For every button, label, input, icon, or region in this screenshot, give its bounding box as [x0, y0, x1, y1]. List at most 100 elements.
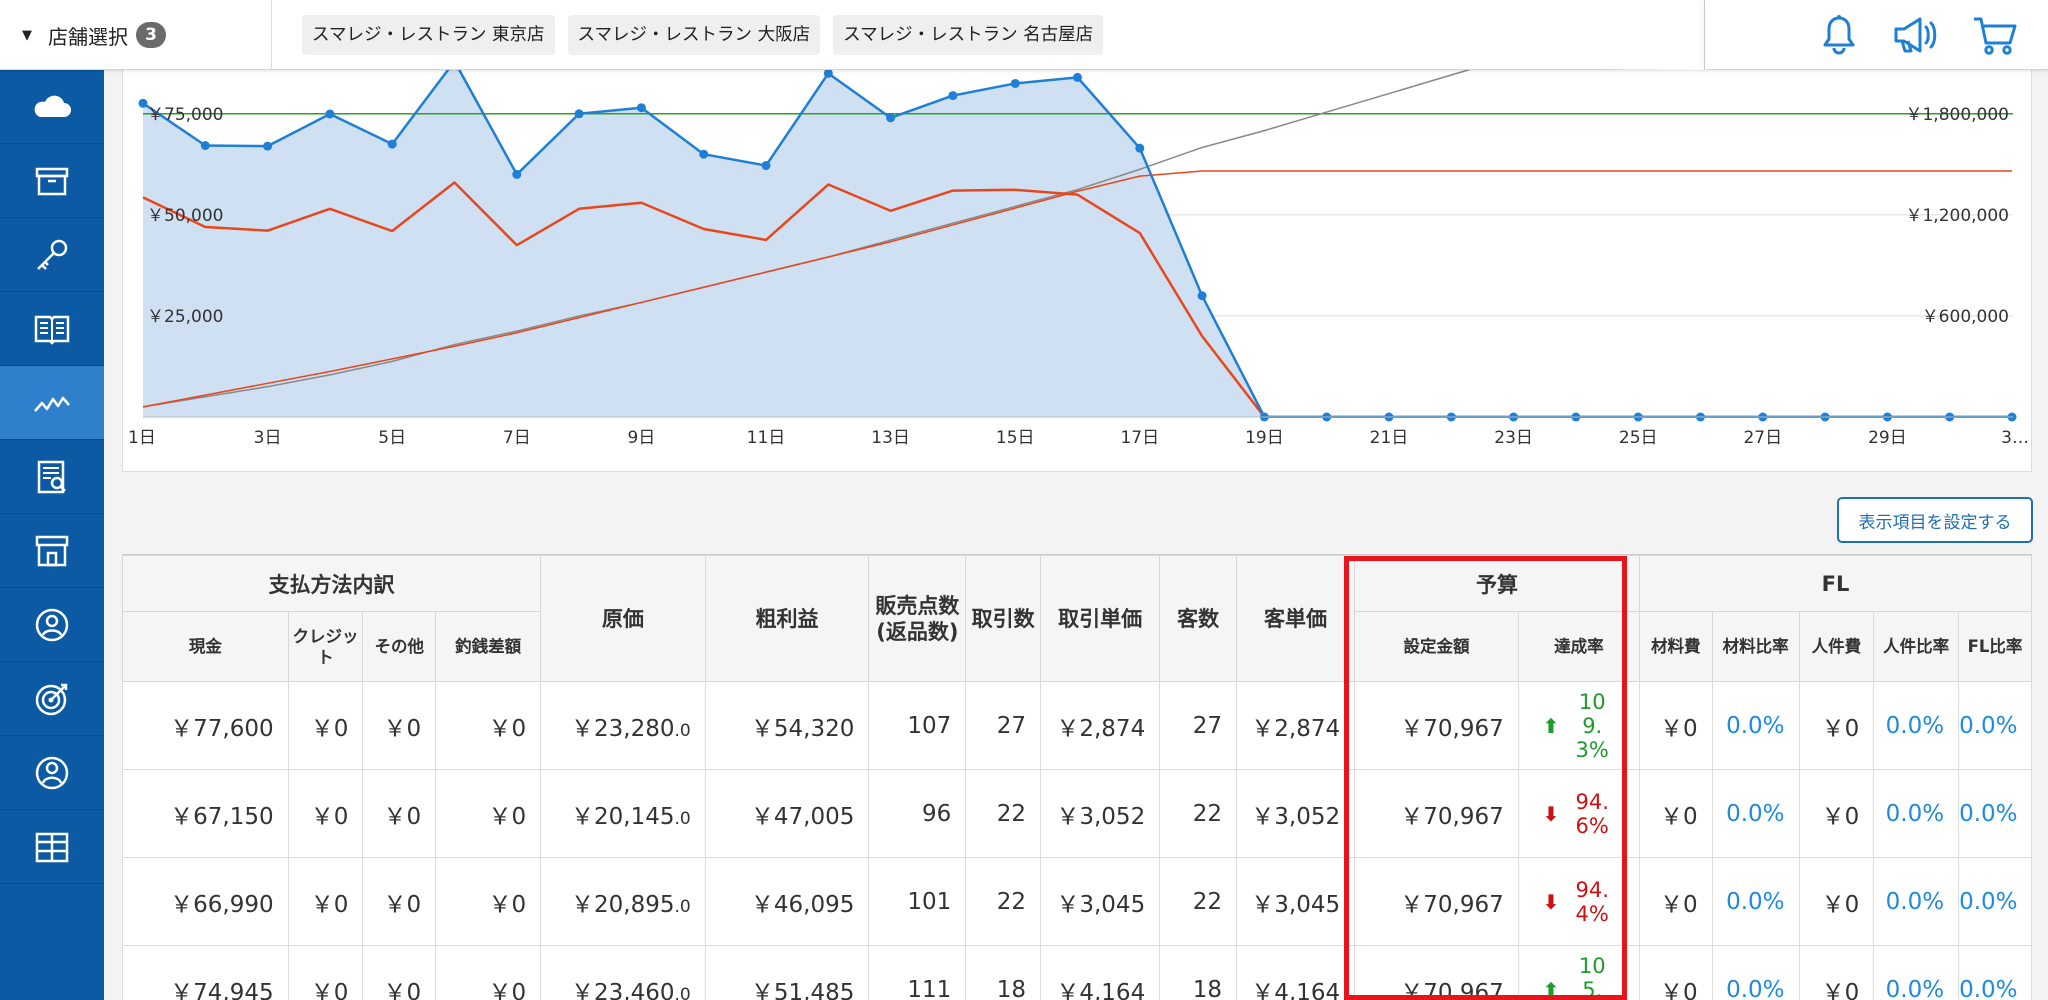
x-axis-tick: 27日 — [1743, 428, 1782, 448]
sales-point — [761, 161, 771, 171]
gross-profit-cell: ￥51,485 — [704, 945, 870, 1000]
change-diff-cell: ￥0 — [435, 945, 542, 1000]
sales-point — [886, 113, 896, 123]
cost-decimal: .0 — [674, 896, 691, 917]
table-row: ￥67,150 ￥0 ￥0 ￥0 ￥20,145.0 ￥47,005 96 22 ￥3,052 2… — [122, 769, 2032, 858]
sidebar-item-customer[interactable] — [0, 588, 104, 662]
x-axis-tick: 7日 — [503, 428, 531, 448]
credit-cell: ￥0 — [287, 769, 364, 858]
cost-header: 原価 — [540, 555, 706, 682]
caret-down-icon: ▼ — [22, 27, 32, 43]
customers-cell: 18 — [1159, 945, 1237, 1000]
selected-stores: スマレジ・レストラン 東京店 スマレジ・レストラン 大阪店 スマレジ・レストラン… — [302, 15, 1104, 55]
x-axis-tick: 29日 — [1868, 428, 1907, 448]
bell-icon[interactable] — [1814, 10, 1864, 60]
store-tag-nagoya[interactable]: スマレジ・レストラン 名古屋店 — [833, 15, 1104, 55]
labor-ratio-cell: 0.0% — [1873, 857, 1960, 946]
labor-ratio-cell: 0.0% — [1873, 681, 1960, 770]
x-axis-tick: 21日 — [1370, 428, 1409, 448]
arrow-down-icon: ⬇ — [1542, 801, 1560, 826]
items-sold-cell: 107 — [868, 681, 967, 770]
sales-point — [1010, 78, 1020, 88]
store-icon — [35, 535, 69, 566]
sales-point — [325, 109, 335, 119]
sidebar-item-product[interactable] — [0, 144, 104, 218]
labor-ratio-cell: 0.0% — [1873, 769, 1960, 858]
cost-cell: ￥20,895.0 — [540, 857, 706, 946]
cost-cell: ￥23,280.0 — [540, 681, 706, 770]
transactions-cell: 22 — [965, 769, 1042, 858]
sidebar-item-sales-report[interactable] — [0, 366, 104, 440]
sales-point — [636, 103, 646, 113]
credit-cell: ￥0 — [287, 945, 364, 1000]
labor-ratio-header: 人件比率 — [1873, 611, 1960, 682]
x-axis-tick: 15日 — [996, 428, 1035, 448]
sales-chart-panel: ￥25,000 ￥50,000 ￥75,000 ￥600,000 ￥1,200,000 ￥… — [122, 40, 2032, 472]
top-bar: ▼ 店舗選択 3 スマレジ・レストラン 東京店 スマレジ・レストラン 大阪店 ス… — [0, 0, 2048, 70]
sidebar-item-user[interactable] — [0, 736, 104, 810]
sales-point — [263, 141, 273, 151]
achievement-rate-cell: ⬆ 109.3% — [1517, 681, 1640, 770]
store-tag-osaka[interactable]: スマレジ・レストラン 大阪店 — [567, 15, 821, 55]
other-cell: ￥0 — [362, 681, 437, 770]
store-tag-tokyo[interactable]: スマレジ・レストラン 東京店 — [302, 15, 555, 55]
arrow-up-icon: ⬆ — [1542, 977, 1560, 1000]
material-cost-cell: ￥0 — [1638, 769, 1713, 858]
budget-amount-header: 設定金額 — [1354, 611, 1519, 682]
items-sold-header: 販売点数(返品数) — [868, 555, 967, 682]
sidebar-item-report[interactable] — [0, 440, 104, 514]
budget-amount-cell: ￥70,967 — [1354, 681, 1519, 770]
sidebar-item-book[interactable] — [0, 292, 104, 366]
labor-cost-header: 人件費 — [1798, 611, 1875, 682]
change-diff-cell: ￥0 — [435, 681, 542, 770]
other-cell: ￥0 — [362, 769, 437, 858]
material-cost-header: 材料費 — [1638, 611, 1713, 682]
sidebar-item-apps[interactable] — [0, 810, 104, 884]
store-select-dropdown[interactable]: ▼ 店舗選択 3 — [0, 0, 272, 70]
x-axis-tick: 5日 — [378, 428, 406, 448]
x-axis-tick: 13日 — [871, 428, 910, 448]
table-row: ￥74,945 ￥0 ￥0 ￥0 ￥23,460.0 ￥51,485 111 18 ￥4,164… — [122, 945, 2032, 1000]
x-axis-tick: 11日 — [747, 428, 786, 448]
customers-cell: 22 — [1159, 769, 1237, 858]
sidebar-item-store[interactable] — [0, 514, 104, 588]
sales-point — [574, 109, 584, 119]
arrow-down-icon: ⬇ — [1542, 889, 1560, 914]
box-icon — [35, 167, 69, 195]
sidebar-item-key[interactable] — [0, 218, 104, 292]
cart-icon[interactable] — [1970, 10, 2020, 60]
book-icon — [34, 315, 70, 345]
customer-icon — [35, 608, 69, 641]
sales-point — [823, 68, 833, 78]
change-diff-header: 釣銭差額 — [435, 611, 542, 682]
table-row: ￥66,990 ￥0 ￥0 ￥0 ￥20,895.0 ￥46,095 101 22 ￥3,045… — [122, 857, 2032, 946]
tab-fade — [1600, 0, 1706, 70]
cost-value: ￥23,280 — [571, 715, 675, 742]
credit-cell: ￥0 — [287, 681, 364, 770]
sales-table-wrapper: 支払方法内訳 原価 粗利益 販売点数(返品数) 取引数 取引単価 客数 客単価 … — [122, 554, 2032, 1000]
achievement-rate-cell: ⬇ 94.6% — [1517, 769, 1640, 858]
items-sold-cell: 101 — [868, 857, 967, 946]
left-axis-tick: ￥25,000 — [147, 307, 223, 327]
store-count-badge: 3 — [136, 22, 166, 48]
budget-amount-cell: ￥70,967 — [1354, 945, 1519, 1000]
sales-point — [1135, 143, 1145, 153]
gross-profit-cell: ￥54,320 — [704, 681, 870, 770]
megaphone-icon[interactable] — [1892, 10, 1942, 60]
configure-columns-button[interactable]: 表示項目を設定する — [1837, 497, 2033, 543]
report-icon — [37, 460, 66, 493]
gross-profit-cell: ￥46,095 — [704, 857, 870, 946]
payment-breakdown-header: 支払方法内訳 — [122, 555, 542, 612]
avg-transaction-cell: ￥4,164 — [1040, 945, 1161, 1000]
material-ratio-cell: 0.0% — [1711, 945, 1800, 1000]
sidebar-item-target[interactable] — [0, 662, 104, 736]
achievement-rate-cell: ⬇ 94.4% — [1517, 857, 1640, 946]
items-sold-cell: 96 — [868, 769, 967, 858]
change-diff-cell: ￥0 — [435, 769, 542, 858]
sidebar-item-cloud[interactable] — [0, 70, 104, 144]
labor-cost-cell: ￥0 — [1798, 857, 1875, 946]
customers-cell: 27 — [1159, 681, 1237, 770]
key-icon — [37, 239, 68, 270]
x-axis-tick: 9日 — [627, 428, 655, 448]
avg-customer-cell: ￥3,045 — [1235, 857, 1356, 946]
